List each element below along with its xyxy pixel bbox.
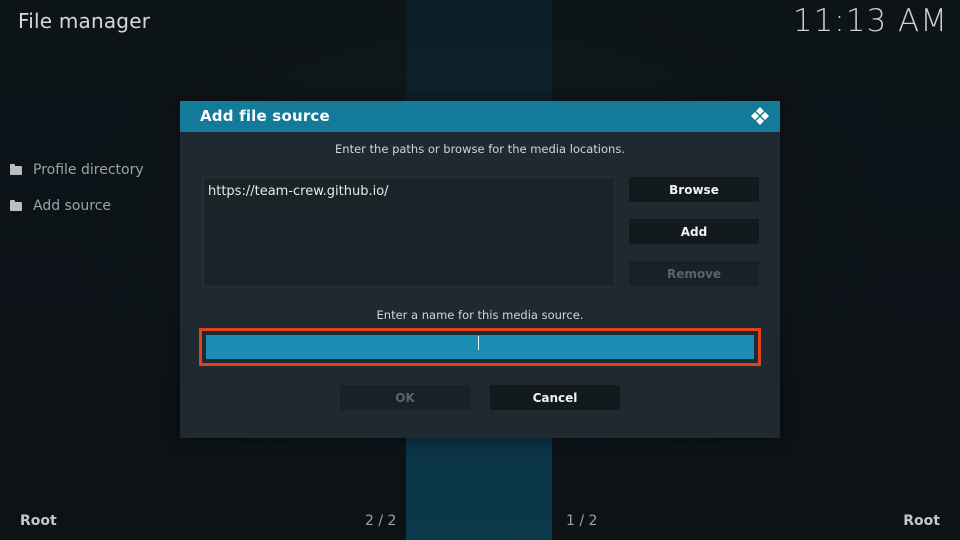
text-cursor [478, 336, 479, 350]
list-item-label: Add source [33, 198, 112, 214]
footer-root-right: Root [903, 513, 940, 529]
add-button[interactable]: Add [629, 219, 759, 244]
dialog-header: Add file source [180, 101, 780, 132]
cancel-button[interactable]: Cancel [490, 385, 620, 410]
list-item-label: Profile directory [33, 162, 144, 178]
footer-root-left: Root [20, 513, 57, 529]
kodi-logo-icon [751, 107, 769, 125]
source-name-input[interactable] [206, 335, 754, 359]
name-instruction: Enter a name for this media source. [376, 308, 584, 322]
list-item-profile-directory[interactable]: Profile directory [10, 152, 180, 188]
name-field-highlight [199, 328, 761, 366]
folder-icon [10, 163, 22, 175]
path-item[interactable]: https://team-crew.github.io/ [208, 184, 389, 199]
clock: 11:13 AM [792, 3, 948, 39]
browse-button[interactable]: Browse [629, 177, 759, 202]
folder-icon [10, 199, 22, 211]
footer-page-count-left: 2 / 2 [365, 513, 397, 529]
page-title: File manager [18, 9, 151, 33]
dialog-title: Add file source [200, 107, 330, 125]
add-file-source-dialog: Add file source Enter the paths or brows… [180, 101, 780, 438]
list-item-add-source[interactable]: Add source [10, 188, 180, 224]
footer-page-count-right: 1 / 2 [566, 513, 598, 529]
remove-button[interactable]: Remove [629, 261, 759, 286]
paths-instruction: Enter the paths or browse for the media … [335, 142, 625, 156]
paths-list[interactable]: https://team-crew.github.io/ [203, 177, 615, 287]
source-list: Profile directory Add source [10, 152, 180, 224]
ok-button[interactable]: OK [340, 385, 470, 410]
